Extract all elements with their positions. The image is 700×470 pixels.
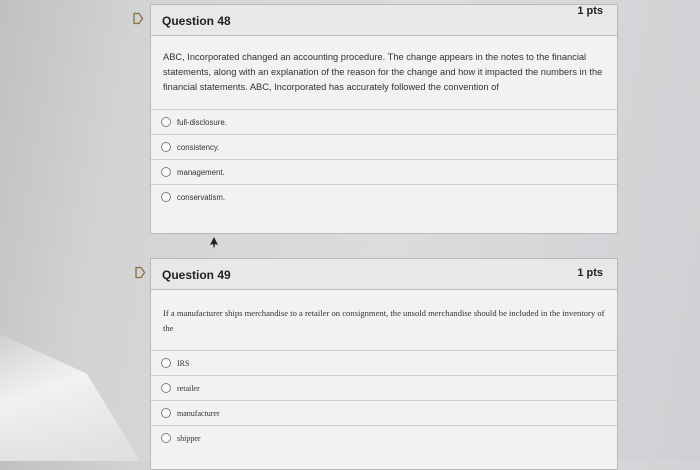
answer-option[interactable]: IRS <box>151 350 617 375</box>
question-points: 1 pts <box>577 267 603 279</box>
radio-button[interactable] <box>161 433 171 443</box>
answer-option[interactable]: consistency. <box>151 134 617 159</box>
radio-button[interactable] <box>161 167 171 177</box>
flag-icon[interactable] <box>134 266 147 279</box>
answer-option[interactable]: conservatism. <box>151 184 617 209</box>
answer-label: full-disclosure. <box>177 117 227 127</box>
question-header: Question 48 1 pts <box>151 5 617 36</box>
answer-option[interactable]: management. <box>151 159 617 184</box>
question-header: Question 49 1 pts <box>151 259 617 290</box>
answer-label: management. <box>177 167 225 177</box>
question-title: Question 49 <box>162 268 231 282</box>
answer-label: manufacturer <box>177 408 220 418</box>
answer-list: full-disclosure. consistency. management… <box>151 109 617 209</box>
question-48-card: Question 48 1 pts ABC, Incorporated chan… <box>150 4 618 234</box>
answer-option[interactable]: manufacturer <box>151 400 617 425</box>
screen-glare <box>0 334 140 461</box>
answer-label: retailer <box>177 383 200 393</box>
answer-label: consistency. <box>177 142 220 152</box>
radio-button[interactable] <box>161 117 171 127</box>
question-points: 1 pts <box>577 5 603 17</box>
answer-label: IRS <box>177 358 190 368</box>
answer-option[interactable]: retailer <box>151 375 617 400</box>
answer-option[interactable]: shipper <box>151 425 617 450</box>
radio-button[interactable] <box>161 383 171 393</box>
question-text: ABC, Incorporated changed an accounting … <box>163 52 603 92</box>
question-49-card: Question 49 1 pts If a manufacturer ship… <box>150 258 618 470</box>
radio-button[interactable] <box>161 192 171 202</box>
question-text: If a manufacturer ships merchandise to a… <box>163 308 605 333</box>
radio-button[interactable] <box>161 358 171 368</box>
radio-button[interactable] <box>161 142 171 152</box>
answer-option[interactable]: full-disclosure. <box>151 109 617 134</box>
mouse-cursor-icon <box>210 237 218 249</box>
question-title: Question 48 <box>162 14 231 28</box>
answer-list: IRS retailer manufacturer shipper <box>151 350 617 450</box>
radio-button[interactable] <box>161 408 171 418</box>
answer-label: conservatism. <box>177 192 226 202</box>
answer-label: shipper <box>177 433 201 443</box>
flag-icon[interactable] <box>132 12 145 25</box>
